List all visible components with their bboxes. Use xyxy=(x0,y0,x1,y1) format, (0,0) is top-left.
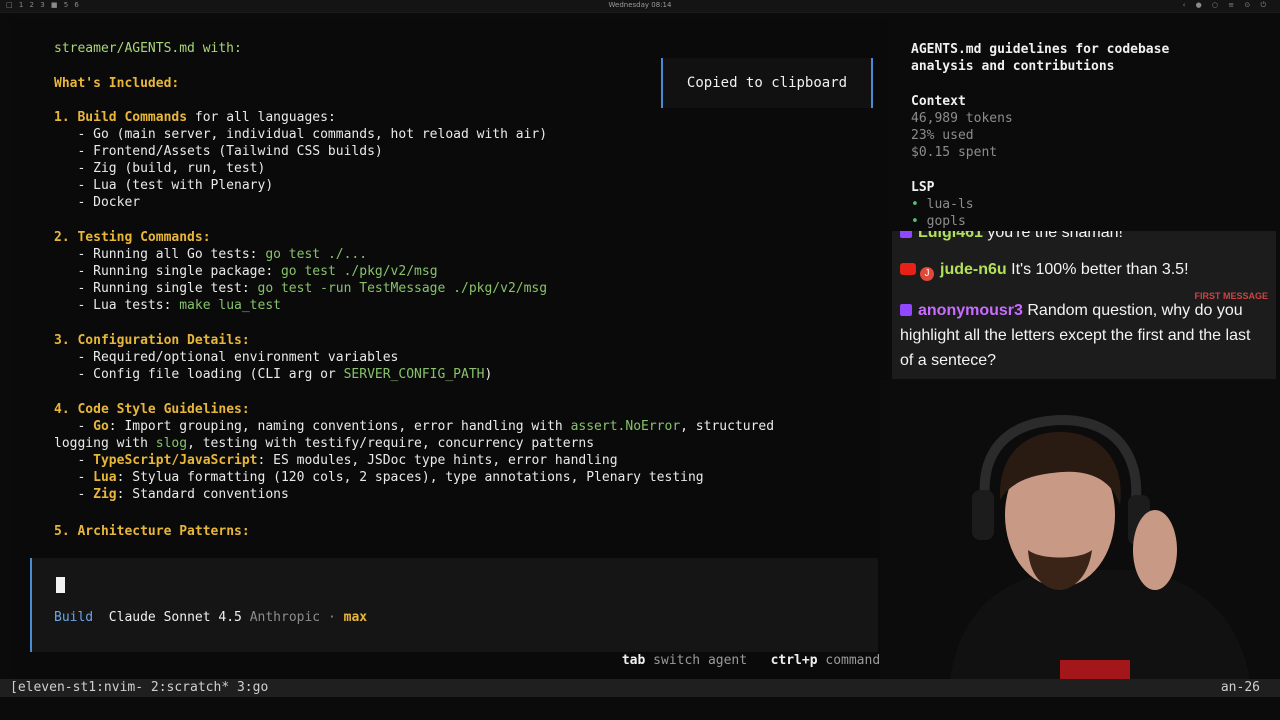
list-subitem: logging with slog, testing with testify/… xyxy=(54,436,595,451)
list-subitem: - Running single test: go test -run Test… xyxy=(54,281,548,296)
status-line: Build Claude Sonnet 4.5 Anthropic · max xyxy=(54,610,368,625)
twitch-icon xyxy=(900,304,912,316)
context-label: Context xyxy=(911,94,966,109)
list-subitem: - Docker xyxy=(54,195,141,210)
clock: Wednesday 08:14 xyxy=(608,1,672,9)
list-subitem: - Zig (build, run, test) xyxy=(54,161,266,176)
chat-message: Luigi461 you're the shaman! xyxy=(900,231,1123,245)
list-subitem: - Zig: Standard conventions xyxy=(54,487,289,502)
chat-text: you're the shaman! xyxy=(982,231,1123,241)
list-item: 5. Architecture Patterns: xyxy=(54,524,250,539)
lsp-label: LSP xyxy=(911,180,935,195)
system-tray[interactable]: ‹ ● ○ ≡ ⊙ ⏻ xyxy=(1183,1,1270,10)
list-subitem: - Frontend/Assets (Tailwind CSS builds) xyxy=(54,144,383,159)
token-count: 46,989 tokens xyxy=(911,111,1013,126)
list-subitem: - Go (main server, individual commands, … xyxy=(54,127,548,142)
chat-message: Jjude-n6u It's 100% better than 3.5! xyxy=(900,257,1189,282)
system-top-bar: □ 1 2 3 ■ 5 6 Wednesday 08:14 ‹ ● ○ ≡ ⊙ … xyxy=(0,0,1280,13)
toast-text: Copied to clipboard xyxy=(686,75,848,91)
list-subitem: - Config file loading (CLI arg or SERVER… xyxy=(54,367,493,382)
text-cursor xyxy=(56,577,65,593)
terminal-window: streamer/AGENTS.md with: What's Included… xyxy=(10,18,888,678)
tmux-date: an-26 xyxy=(1220,680,1260,695)
clipboard-toast: Copied to clipboard xyxy=(661,58,873,108)
webcam-overlay xyxy=(880,380,1280,680)
avatar: J xyxy=(920,267,934,281)
chat-message: anonymousr3 Random question, why do you … xyxy=(900,298,1260,373)
youtube-icon xyxy=(900,263,916,275)
list-item: 2. Testing Commands: xyxy=(54,230,211,245)
list-item: 1. Build Commands for all languages: xyxy=(54,110,336,125)
list-item: 3. Configuration Details: xyxy=(54,333,250,348)
model-name: Claude Sonnet 4.5 xyxy=(108,610,242,625)
session-sidebar: AGENTS.md guidelines for codebase analys… xyxy=(900,18,1272,233)
list-subitem: - Running single package: go test ./pkg/… xyxy=(54,264,438,279)
list-subitem: - Running all Go tests: go test ./... xyxy=(54,247,368,262)
tmux-session-list[interactable]: [eleven-st1:nvim- 2:scratch* 3:go xyxy=(10,679,268,697)
list-subitem: - Lua: Stylua formatting (120 cols, 2 sp… xyxy=(54,470,704,485)
context-usage: 23% used xyxy=(911,128,974,143)
keybind-hints: tab switch agent ctrl+p commands xyxy=(621,653,888,668)
list-subitem: - Required/optional environment variable… xyxy=(54,350,399,365)
prompt-input[interactable]: Build Claude Sonnet 4.5 Anthropic · max xyxy=(30,558,878,652)
list-subitem: - TypeScript/JavaScript: ES modules, JSD… xyxy=(54,453,618,468)
chat-username: jude-n6u xyxy=(940,261,1007,278)
list-subitem: - Lua (test with Plenary) xyxy=(54,178,274,193)
list-item: 4. Code Style Guidelines: xyxy=(54,402,250,417)
stream-chat-overlay: Luigi461 you're the shaman! Jjude-n6u It… xyxy=(892,231,1276,379)
streamer-webcam-image xyxy=(880,380,1280,680)
section-heading: What's Included: xyxy=(54,76,180,91)
list-subitem: - Lua tests: make lua_test xyxy=(54,298,281,313)
lsp-item: • lua-ls xyxy=(911,197,974,212)
output-line: streamer/AGENTS.md with: xyxy=(54,41,242,56)
tmux-status-bar: [eleven-st1:nvim- 2:scratch* 3:go an-26 xyxy=(0,679,1280,697)
mode-label[interactable]: Build xyxy=(54,610,93,625)
provider-name: Anthropic xyxy=(249,610,321,625)
cost-spent: $0.15 spent xyxy=(911,145,998,160)
list-subitem: - Go: Import grouping, naming convention… xyxy=(54,419,775,434)
chat-text: It's 100% better than 3.5! xyxy=(1006,261,1189,278)
chat-username: anonymousr3 xyxy=(918,302,1023,319)
chat-username: Luigi461 xyxy=(918,231,983,241)
twitch-icon xyxy=(900,231,912,238)
effort-level: max xyxy=(343,610,368,625)
lsp-item: • gopls xyxy=(911,214,966,229)
session-title: AGENTS.md guidelines for codebase analys… xyxy=(911,42,1170,74)
